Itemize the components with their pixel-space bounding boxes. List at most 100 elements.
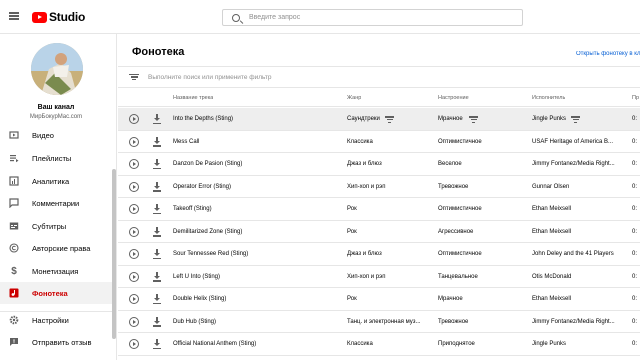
sidebar-item-copyright[interactable]: Авторские права: [0, 237, 116, 259]
sidebar-item-label: Комментарии: [32, 198, 80, 208]
download-icon[interactable]: [153, 159, 161, 169]
track-artist: Jimmy Fontanez/Media Right...: [532, 318, 615, 325]
subtitles-icon: [9, 221, 19, 231]
track-genre: Хип-хоп и рэп: [347, 183, 386, 190]
track-artist: Otis McDonald: [532, 273, 572, 280]
download-icon[interactable]: [153, 136, 161, 147]
download-icon[interactable]: [153, 294, 161, 304]
play-icon[interactable]: [129, 294, 139, 304]
search-input[interactable]: [249, 14, 509, 21]
table-row[interactable]: Takeoff (Sting) Рок Оптимистичное Ethan …: [118, 198, 640, 221]
page-title: Фонотека: [132, 46, 185, 58]
column-header-more[interactable]: Пр: [632, 89, 640, 107]
track-artist: Ethan Meixsell: [532, 296, 572, 302]
play-icon[interactable]: [129, 114, 139, 124]
track-artist: Jingle Punks: [532, 341, 567, 347]
download-icon[interactable]: [153, 114, 161, 124]
play-icon[interactable]: [129, 271, 139, 282]
sidebar-item-audio-library[interactable]: Фонотека: [0, 282, 116, 304]
table-row[interactable]: Demilitarized Zone (Sting) Рок Агрессивн…: [118, 221, 640, 243]
filter-icon[interactable]: [129, 72, 139, 82]
table-row[interactable]: Dub Hub (Sting) Танц. и электронная муз.…: [118, 311, 640, 333]
play-icon[interactable]: [129, 226, 139, 237]
logo-text: Studio: [49, 10, 86, 24]
table-row[interactable]: Into the Depths (Sting) Саундтреки Мрачн…: [118, 108, 640, 131]
track-genre: Хип-хоп и рэп: [347, 273, 386, 280]
track-mood: Агрессивное: [438, 228, 474, 235]
sidebar-item-playlists[interactable]: Плейлисты: [0, 147, 116, 169]
download-icon[interactable]: [153, 181, 161, 192]
track-duration: 0:: [632, 228, 638, 235]
comments-icon: [9, 198, 19, 208]
play-icon[interactable]: [129, 181, 139, 192]
download-icon[interactable]: [153, 226, 161, 237]
play-icon[interactable]: [129, 159, 139, 169]
filter-mood-icon[interactable]: [469, 115, 478, 124]
play-icon[interactable]: [129, 249, 139, 259]
sidebar-item-settings[interactable]: Настройки: [0, 309, 116, 331]
column-header-artist[interactable]: Исполнитель: [532, 89, 565, 107]
track-mood: Тревожное: [438, 183, 469, 190]
track-duration: 0:: [632, 116, 638, 122]
table-row[interactable]: Double Helix (Sting) Рок Мрачное Ethan M…: [118, 288, 640, 311]
track-name: Into the Depths (Sting): [173, 116, 234, 122]
sidebar-item-videos[interactable]: Видео: [0, 124, 116, 146]
avatar[interactable]: [31, 43, 83, 95]
track-name: Dub Hub (Sting): [173, 318, 217, 325]
feedback-icon: [9, 337, 19, 347]
sidebar-item-comments[interactable]: Комментарии: [0, 192, 116, 214]
track-name: Official National Anthem (Sting): [173, 341, 257, 347]
track-duration: 0:: [632, 183, 638, 190]
main-content: Фонотека Открыть фонотеку в кл Выполните…: [118, 34, 640, 360]
sidebar-item-analytics[interactable]: Аналитика: [0, 170, 116, 192]
sidebar-item-monetization[interactable]: $ Монетизация: [0, 260, 116, 282]
filter-bar[interactable]: Выполните поиск или примените фильтр: [118, 66, 640, 88]
table-row[interactable]: Left U Into (Sting) Хип-хоп и рэп Танцев…: [118, 266, 640, 288]
sidebar-item-label: Настройки: [32, 315, 69, 325]
channel-name: Ваш канал: [37, 104, 75, 111]
track-artist: Ethan Meixsell: [532, 206, 572, 212]
table-row[interactable]: Danzon De Pasion (Sting) Джаз и блюз Вес…: [118, 153, 640, 176]
play-icon[interactable]: [129, 204, 139, 214]
column-header-genre[interactable]: Жанр: [347, 89, 361, 107]
download-icon[interactable]: [153, 249, 161, 259]
play-icon[interactable]: [129, 136, 139, 147]
sidebar-item-subtitles[interactable]: Субтитры: [0, 215, 116, 237]
track-name: Left U Into (Sting): [173, 273, 221, 280]
video-icon: [9, 130, 19, 140]
track-mood: Приподнятое: [438, 341, 475, 347]
track-name: Mess Call: [173, 138, 200, 145]
column-header-name[interactable]: Название трека: [173, 89, 213, 107]
table-row[interactable]: Mess Call Классика Оптимистичное USAF He…: [118, 131, 640, 153]
track-mood: Мрачное: [438, 116, 463, 122]
track-duration: 0:: [632, 318, 638, 325]
download-icon[interactable]: [153, 339, 161, 349]
track-duration: 0:: [632, 138, 638, 145]
play-icon[interactable]: [129, 339, 139, 349]
playlist-icon: [9, 153, 19, 163]
table-row[interactable]: Official National Anthem (Sting) Классик…: [118, 333, 640, 356]
track-artist: Jingle Punks: [532, 116, 567, 122]
filter-genre-icon[interactable]: [385, 115, 394, 124]
table-row[interactable]: Sour Tennessee Red (Sting) Джаз и блюз О…: [118, 243, 640, 266]
play-icon[interactable]: [129, 316, 139, 327]
table-row[interactable]: Operator Error (Sting) Хип-хоп и рэп Тре…: [118, 176, 640, 198]
column-header-mood[interactable]: Настроение: [438, 89, 469, 107]
download-icon[interactable]: [153, 271, 161, 282]
menu-icon[interactable]: [9, 12, 19, 20]
track-genre: Рок: [347, 296, 357, 302]
filter-artist-icon[interactable]: [571, 115, 580, 124]
track-genre: Танц. и электронная муз...: [347, 318, 421, 325]
download-icon[interactable]: [153, 204, 161, 214]
track-mood: Оптимистичное: [438, 251, 482, 257]
filter-input[interactable]: Выполните поиск или примените фильтр: [148, 74, 272, 81]
track-duration: 0:: [632, 296, 638, 302]
track-mood: Танцевальное: [438, 273, 478, 280]
track-genre: Рок: [347, 228, 357, 235]
studio-logo[interactable]: Studio: [32, 10, 85, 24]
search-box[interactable]: [222, 9, 523, 26]
sidebar-scrollbar[interactable]: [112, 169, 116, 339]
sidebar-item-feedback[interactable]: Отправить отзыв: [0, 331, 116, 353]
open-library-link[interactable]: Открыть фонотеку в кл: [576, 51, 640, 57]
download-icon[interactable]: [153, 316, 161, 327]
